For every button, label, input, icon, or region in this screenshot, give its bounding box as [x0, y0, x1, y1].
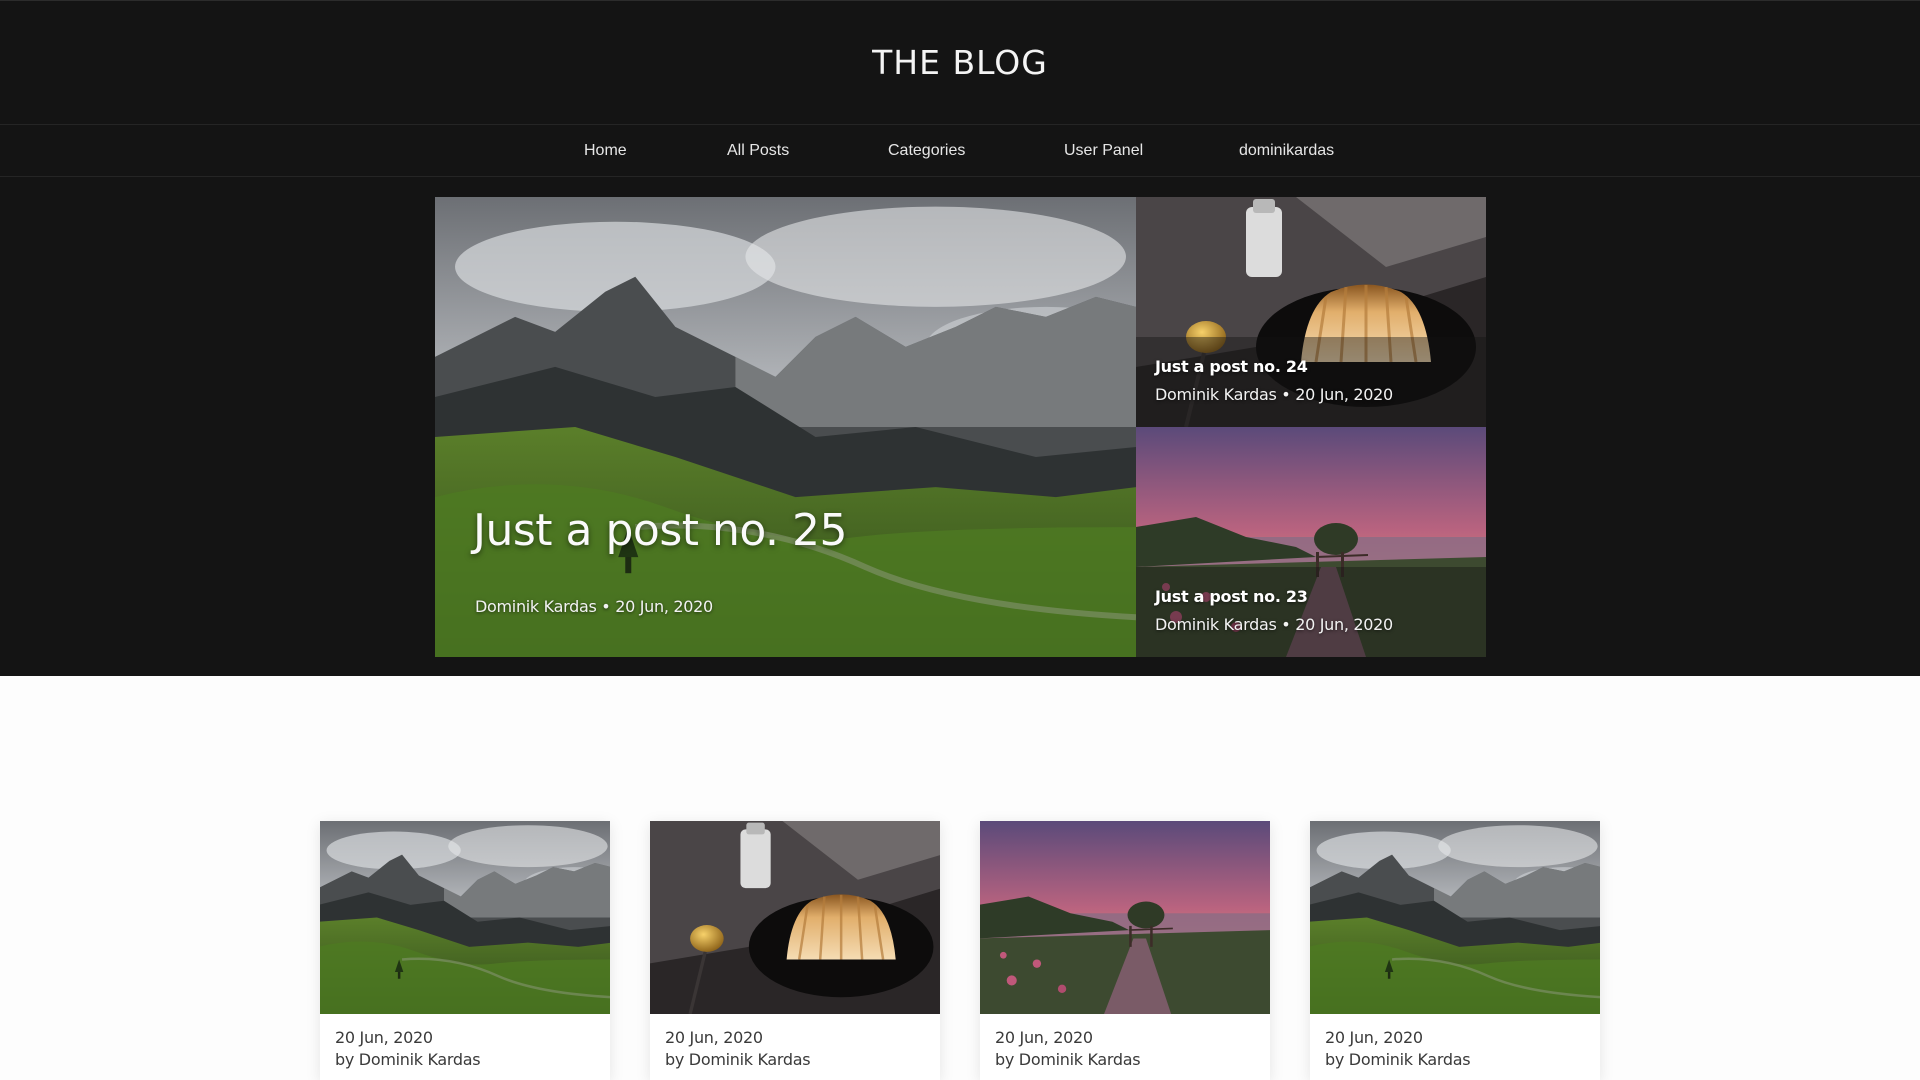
featured-post-side-2[interactable]: Just a post no. 23 Dominik Kardas • 20 J… — [1136, 427, 1486, 657]
main-nav: Home All Posts Categories User Panel dom… — [0, 125, 1920, 177]
flan-dessert-image — [650, 821, 940, 1014]
nav-categories[interactable]: Categories — [888, 125, 965, 177]
caption-overlay — [1136, 337, 1486, 427]
featured-main-meta: Dominik Kardas • 20 Jun, 2020 — [475, 597, 713, 616]
featured-side-title: Just a post no. 24 — [1155, 357, 1308, 376]
card-author: by Dominik Kardas — [335, 1050, 481, 1069]
mountain-landscape-image — [320, 821, 610, 1014]
nav-home[interactable]: Home — [584, 125, 627, 177]
caption-overlay — [1136, 567, 1486, 657]
mountain-landscape-image — [435, 197, 1136, 657]
post-card[interactable]: 20 Jun, 2020 by Dominik Kardas — [980, 821, 1270, 1080]
featured-side-title: Just a post no. 23 — [1155, 587, 1308, 606]
card-author: by Dominik Kardas — [1325, 1050, 1471, 1069]
sunset-boardwalk-image — [980, 821, 1270, 1014]
post-card[interactable]: 20 Jun, 2020 by Dominik Kardas — [650, 821, 940, 1080]
post-card[interactable]: 20 Jun, 2020 by Dominik Kardas — [320, 821, 610, 1080]
nav-all-posts[interactable]: All Posts — [727, 125, 789, 177]
featured-side-meta: Dominik Kardas • 20 Jun, 2020 — [1155, 385, 1393, 404]
featured-post-main[interactable]: Just a post no. 25 Dominik Kardas • 20 J… — [435, 197, 1136, 657]
card-date: 20 Jun, 2020 — [335, 1028, 433, 1047]
card-author: by Dominik Kardas — [995, 1050, 1141, 1069]
featured-side-meta: Dominik Kardas • 20 Jun, 2020 — [1155, 615, 1393, 634]
site-header: THE BLOG — [0, 1, 1920, 125]
featured-post-side-1[interactable]: Just a post no. 24 Dominik Kardas • 20 J… — [1136, 197, 1486, 427]
mountain-landscape-image — [1310, 821, 1600, 1014]
card-date: 20 Jun, 2020 — [995, 1028, 1093, 1047]
card-date: 20 Jun, 2020 — [665, 1028, 763, 1047]
card-date: 20 Jun, 2020 — [1325, 1028, 1423, 1047]
site-title[interactable]: THE BLOG — [872, 43, 1048, 82]
nav-user-panel[interactable]: User Panel — [1064, 125, 1143, 177]
card-author: by Dominik Kardas — [665, 1050, 811, 1069]
post-card[interactable]: 20 Jun, 2020 by Dominik Kardas — [1310, 821, 1600, 1080]
featured-main-title: Just a post no. 25 — [473, 505, 847, 556]
nav-user-profile[interactable]: dominikardas — [1239, 125, 1334, 177]
header-band: THE BLOG Home All Posts Categories User … — [0, 0, 1920, 676]
